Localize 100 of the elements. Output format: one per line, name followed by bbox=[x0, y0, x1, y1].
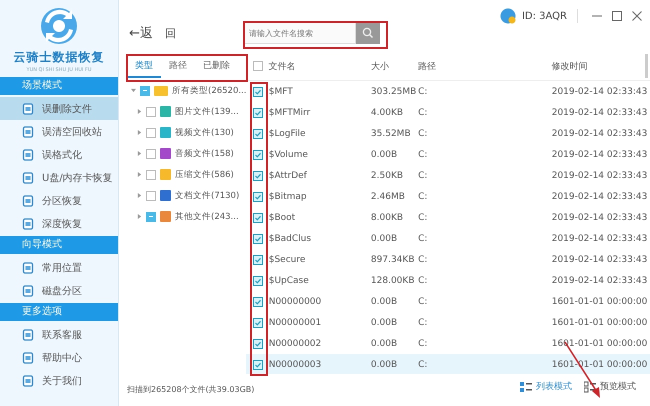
checkbox[interactable] bbox=[253, 296, 263, 306]
table-cell: 303.25MB bbox=[370, 86, 416, 96]
expand-toggle[interactable] bbox=[137, 109, 142, 114]
tree-item[interactable]: 文档文件(7130) bbox=[175, 190, 240, 202]
table-cell: $BadClus bbox=[268, 234, 312, 244]
checkbox[interactable] bbox=[146, 170, 156, 180]
sidebar-item[interactable]: 分区恢复 bbox=[0, 189, 118, 212]
table-cell: 2019-02-14 02:33:43 bbox=[552, 276, 648, 286]
checkbox[interactable] bbox=[253, 108, 263, 118]
sidebar-item[interactable]: 深度恢复 bbox=[0, 212, 118, 235]
sidebar-item[interactable]: 误清空回收站 bbox=[0, 120, 118, 143]
checkbox[interactable] bbox=[146, 106, 156, 116]
table-cell: 2019-02-14 02:33:43 bbox=[552, 128, 648, 138]
tab[interactable]: 类型 bbox=[127, 54, 161, 78]
app-title: 云骑士数据恢复 bbox=[14, 49, 104, 66]
checkbox[interactable] bbox=[146, 148, 156, 158]
checkbox[interactable] bbox=[253, 254, 263, 264]
checkbox[interactable] bbox=[253, 360, 263, 370]
checkbox[interactable] bbox=[253, 276, 263, 286]
table-cell: 0.00B bbox=[370, 360, 398, 370]
table-cell: 8.00KB bbox=[370, 212, 404, 222]
checkbox[interactable] bbox=[253, 318, 263, 328]
table-cell: C: bbox=[418, 212, 428, 222]
view-mode-button[interactable]: 列表模式 bbox=[518, 378, 574, 395]
table-cell: N00000001 bbox=[268, 318, 322, 328]
tab[interactable]: 已删除 bbox=[195, 54, 238, 78]
tree-item[interactable]: 所有类型(26520... bbox=[172, 84, 246, 96]
user-id: ID: 3AQR bbox=[522, 10, 567, 22]
checkbox[interactable] bbox=[140, 86, 150, 96]
checkbox[interactable] bbox=[253, 150, 263, 160]
search-field[interactable]: 请输入文件名搜索 bbox=[244, 22, 356, 44]
table-cell: C: bbox=[418, 276, 428, 286]
sidebar-item[interactable]: U盘/内存卡恢复 bbox=[0, 166, 118, 189]
expand-toggle[interactable] bbox=[137, 214, 142, 219]
up-button[interactable]: 回 bbox=[160, 26, 180, 40]
table-cell: $AttrDef bbox=[268, 170, 307, 180]
table-cell: N00000000 bbox=[268, 296, 322, 306]
sidebar-item[interactable]: 误格式化 bbox=[0, 143, 118, 166]
table-cell: $MFTMirr bbox=[268, 108, 310, 118]
table-cell: 1601-01-01 00:00:00 bbox=[552, 338, 648, 348]
table-cell: $Secure bbox=[268, 254, 306, 264]
expand-toggle[interactable] bbox=[137, 172, 142, 177]
column-header[interactable]: 修改时间 bbox=[552, 62, 588, 72]
tree-item[interactable]: 视频文件(130) bbox=[175, 126, 234, 138]
checkbox[interactable] bbox=[253, 128, 263, 138]
checkbox[interactable] bbox=[253, 192, 263, 202]
table-cell: 2019-02-14 02:33:43 bbox=[552, 192, 648, 202]
view-mode-icon bbox=[520, 380, 532, 392]
sidebar-item[interactable]: 关于我们 bbox=[0, 369, 118, 392]
select-all-checkbox[interactable] bbox=[253, 61, 263, 71]
table-cell: 2019-02-14 02:33:43 bbox=[552, 86, 648, 96]
tree-item[interactable]: 图片文件(139... bbox=[175, 106, 239, 118]
table-cell: N00000003 bbox=[268, 360, 322, 370]
document-icon bbox=[22, 262, 34, 274]
table-cell: N00000002 bbox=[268, 338, 322, 348]
document-icon bbox=[22, 102, 34, 114]
table-cell: C: bbox=[418, 86, 428, 96]
checkbox[interactable] bbox=[253, 338, 263, 348]
column-header[interactable]: 文件名 bbox=[268, 62, 296, 72]
checkbox[interactable] bbox=[253, 86, 263, 96]
section-header: 向导模式 bbox=[0, 236, 118, 254]
table-cell: 1601-01-01 00:00:00 bbox=[552, 318, 648, 328]
checkbox[interactable] bbox=[146, 128, 156, 138]
tree-item[interactable]: 音频文件(158) bbox=[175, 148, 234, 160]
expand-toggle[interactable] bbox=[137, 130, 142, 135]
close-icon[interactable] bbox=[632, 11, 642, 21]
scrollbar-thumb[interactable] bbox=[645, 54, 648, 78]
tree-item[interactable]: 压缩文件(586) bbox=[175, 168, 234, 180]
search-button[interactable] bbox=[356, 22, 380, 44]
checkbox[interactable] bbox=[253, 212, 263, 222]
sidebar-item[interactable]: 帮助中心 bbox=[0, 346, 118, 369]
document-icon bbox=[22, 328, 34, 340]
table-cell: 0.00B bbox=[370, 150, 398, 160]
checkbox[interactable] bbox=[253, 170, 263, 180]
table-cell: 1601-01-01 00:00:00 bbox=[552, 296, 648, 306]
table-cell: C: bbox=[418, 170, 428, 180]
expand-toggle[interactable] bbox=[137, 193, 142, 198]
checkbox[interactable] bbox=[146, 212, 156, 222]
back-button[interactable]: ←返 bbox=[125, 24, 157, 42]
checkbox[interactable] bbox=[146, 190, 156, 200]
tree-item[interactable]: 其他文件(243... bbox=[175, 210, 239, 222]
table-cell: C: bbox=[418, 108, 428, 118]
sidebar-item[interactable]: 磁盘分区 bbox=[0, 279, 118, 302]
tab[interactable]: 路径 bbox=[161, 54, 195, 78]
table-cell: C: bbox=[418, 360, 428, 370]
sidebar-item[interactable]: 常用位置 bbox=[0, 256, 118, 279]
sidebar-item[interactable]: 联系客服 bbox=[0, 323, 118, 346]
document-icon bbox=[22, 194, 34, 206]
search-icon bbox=[362, 27, 374, 39]
expand-toggle[interactable] bbox=[137, 151, 142, 156]
table-cell: 0.00B bbox=[370, 234, 398, 244]
document-icon bbox=[22, 374, 34, 386]
table-cell: 0.00B bbox=[370, 296, 398, 306]
column-header[interactable]: 大小 bbox=[370, 62, 389, 72]
sidebar-item[interactable]: 误删除文件 bbox=[0, 97, 118, 120]
maximize-icon[interactable] bbox=[612, 11, 622, 21]
table-cell: C: bbox=[418, 128, 428, 138]
checkbox[interactable] bbox=[253, 234, 263, 244]
column-header[interactable]: 路径 bbox=[418, 62, 436, 72]
expand-toggle[interactable] bbox=[131, 88, 136, 93]
